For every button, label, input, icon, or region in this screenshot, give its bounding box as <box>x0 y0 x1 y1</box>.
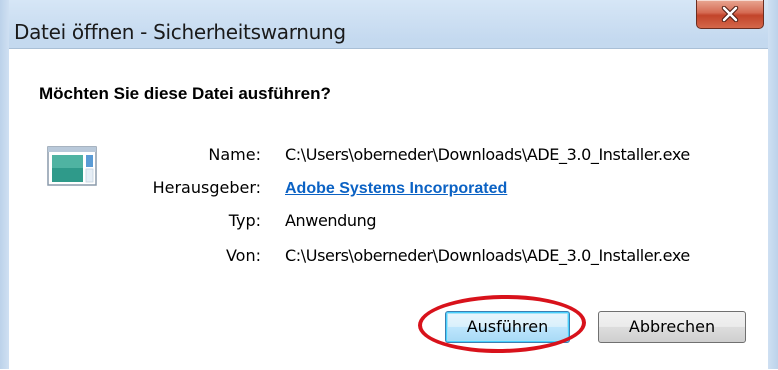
run-button[interactable]: Ausführen <box>445 311 570 343</box>
dialog-question: Möchten Sie diese Datei ausführen? <box>39 84 331 103</box>
close-button[interactable] <box>696 0 764 29</box>
type-value: Anwendung <box>285 211 377 230</box>
publisher-label: Herausgeber: <box>152 178 261 197</box>
window-title: Datei öffnen - Sicherheitswarnung <box>14 20 346 44</box>
publisher-link[interactable]: Adobe Systems Incorporated <box>285 180 507 197</box>
cancel-button[interactable]: Abbrechen <box>598 311 746 343</box>
from-value: C:\Users\oberneder\Downloads\ADE_3.0_Ins… <box>285 246 690 265</box>
application-window-icon <box>47 146 97 191</box>
from-label: Von: <box>225 246 261 265</box>
close-x-icon <box>721 6 739 22</box>
name-value: C:\Users\oberneder\Downloads\ADE_3.0_Ins… <box>285 145 690 164</box>
type-label: Typ: <box>228 211 261 230</box>
name-label: Name: <box>208 145 261 164</box>
window-border-right <box>768 0 778 369</box>
window-border-left <box>0 0 9 369</box>
